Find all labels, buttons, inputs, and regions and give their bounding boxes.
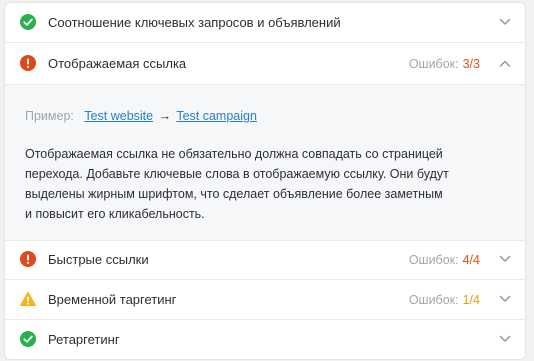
chevron-down-icon[interactable] (499, 254, 511, 264)
check-row-sitelinks[interactable]: Быстрые ссылки Ошибок: 4/4 (5, 240, 525, 280)
check-circle-icon (20, 331, 36, 347)
description-text: Отображаемая ссылка не обязательно должн… (25, 144, 485, 224)
check-row-title: Временной таргетинг (48, 291, 177, 307)
chevron-down-icon[interactable] (499, 334, 511, 344)
link-test-campaign[interactable]: Test campaign (176, 109, 257, 123)
check-row-display-link[interactable]: Отображаемая ссылка Ошибок: 3/3 (5, 43, 525, 85)
link-test-website[interactable]: Test website (84, 109, 153, 123)
check-row-keywords-ads[interactable]: Соотношение ключевых запросов и объявлен… (5, 3, 525, 43)
exclamation-circle-icon (20, 55, 36, 71)
check-row-title: Ретаргетинг (48, 332, 120, 347)
check-circle-icon (20, 14, 36, 30)
error-count-value: 3/3 (462, 56, 480, 71)
chevron-down-icon[interactable] (499, 294, 511, 304)
chevron-down-icon[interactable] (499, 17, 511, 27)
chevron-up-icon[interactable] (499, 59, 511, 69)
error-count-label: Ошибок: (408, 292, 459, 307)
example-label: Пример: (25, 109, 74, 123)
warning-triangle-icon (20, 291, 36, 306)
error-count-value: 1/4 (462, 292, 480, 307)
error-count-label: Ошибок: (408, 252, 459, 267)
description-line: перехода. Добавьте ключевые слова в отоб… (25, 167, 449, 181)
error-count-value: 4/4 (462, 252, 480, 267)
check-row-title: Быстрые ссылки (48, 251, 149, 267)
display-link-details: Пример: Test website → Test campaign Ото… (5, 85, 525, 241)
description-line: и повысит его кликабельность. (25, 207, 205, 221)
check-row-time-targeting[interactable]: Временной таргетинг Ошибок: 1/4 (5, 280, 525, 320)
check-row-title: Соотношение ключевых запросов и объявлен… (48, 14, 341, 30)
error-count-label: Ошибок: (408, 56, 459, 71)
check-row-title: Отображаемая ссылка (48, 55, 187, 71)
error-count: Ошибок: 3/3 (409, 56, 480, 72)
error-count: Ошибок: 4/4 (409, 252, 480, 268)
exclamation-circle-icon (20, 251, 36, 267)
description-line: Отображаемая ссылка не обязательно должн… (25, 147, 443, 161)
example-line: Пример: Test website → Test campaign (25, 108, 257, 124)
check-row-retargeting[interactable]: Ретаргетинг (5, 320, 525, 359)
error-count: Ошибок: 1/4 (409, 292, 480, 308)
arrow-icon: → (158, 109, 172, 123)
description-line: выделены жирным шрифтом, что сделает объ… (25, 187, 443, 201)
checks-panel: Соотношение ключевых запросов и объявлен… (4, 2, 526, 360)
